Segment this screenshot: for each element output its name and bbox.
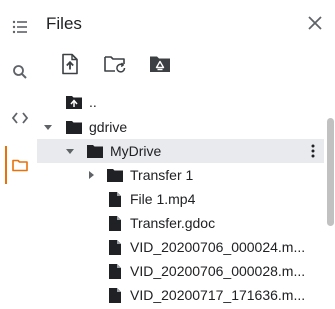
close-button[interactable] (304, 12, 326, 34)
file-icon (106, 262, 124, 280)
rail-toc-button[interactable] (6, 13, 34, 41)
tree-row-label: .. (89, 94, 97, 110)
tree-row-label: Transfer 1 (130, 167, 194, 183)
file-icon (106, 190, 124, 208)
tree-row-file[interactable]: VID_20200717_171636.m... (37, 283, 324, 307)
refresh-folder-icon (104, 56, 126, 73)
upload-file-icon (62, 53, 78, 75)
mount-drive-button[interactable] (148, 52, 172, 76)
mount-drive-icon (150, 56, 170, 72)
tree-row-file[interactable]: Transfer.gdoc (37, 211, 324, 235)
tree-row-label: VID_20200717_171636.m... (130, 287, 306, 303)
close-icon (308, 16, 322, 30)
rail-code-button[interactable] (6, 104, 34, 132)
tree-row-label: VID_20200706_000028.m... (130, 263, 306, 279)
folder-icon (86, 142, 104, 160)
code-icon (11, 112, 29, 124)
search-icon (13, 65, 27, 79)
tree-row-label: File 1.mp4 (130, 191, 196, 207)
tree-row-gdrive[interactable]: gdrive (37, 115, 324, 139)
scrollbar-thumb[interactable] (327, 118, 334, 226)
upload-button[interactable] (58, 52, 82, 76)
tree-row-file[interactable]: VID_20200706_000024.m... (37, 235, 324, 259)
tree-row-file[interactable]: VID_20200706_000028.m... (37, 259, 324, 283)
list-icon (12, 20, 27, 34)
parent-folder-icon (65, 93, 83, 111)
tree-row-parent[interactable]: .. (37, 90, 324, 114)
chevron-right-icon[interactable] (86, 170, 96, 180)
activity-rail (0, 0, 37, 309)
tree-row-label: Transfer.gdoc (130, 215, 216, 231)
refresh-button[interactable] (103, 52, 127, 76)
tree-row-transfer-1[interactable]: Transfer 1 (37, 163, 324, 187)
tree-row-label: MyDrive (110, 143, 162, 159)
file-icon (106, 214, 124, 232)
rail-files-button[interactable] (6, 151, 34, 179)
folder-icon (65, 118, 83, 136)
file-icon (106, 286, 124, 304)
tree-row-file[interactable]: File 1.mp4 (37, 187, 324, 211)
more-options-icon[interactable] (308, 142, 318, 160)
tree-row-mydrive[interactable]: MyDrive (37, 139, 324, 163)
chevron-down-icon[interactable] (65, 146, 75, 156)
folder-icon (106, 166, 124, 184)
files-panel: Files .. gdrive MyDrive Transfer 1 File … (0, 0, 335, 309)
tree-row-label: gdrive (89, 119, 128, 135)
tree-row-label: VID_20200706_000024.m... (130, 239, 306, 255)
file-tree: .. gdrive MyDrive Transfer 1 File 1.mp4 … (37, 90, 324, 309)
rail-search-button[interactable] (6, 58, 34, 86)
file-icon (106, 238, 124, 256)
folder-icon (12, 159, 28, 172)
chevron-down-icon[interactable] (43, 122, 53, 132)
panel-title: Files (46, 14, 82, 33)
